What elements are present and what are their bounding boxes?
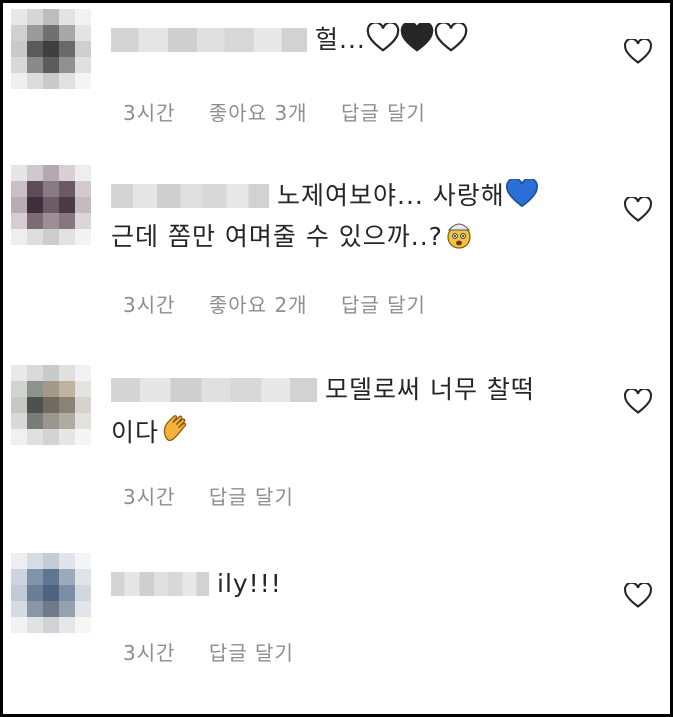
comment-body: ily!!! [217,569,282,598]
avatar[interactable] [11,9,91,89]
avatar[interactable] [11,553,91,633]
comment-meta: 3시간 답글 달기 [123,637,320,666]
like-heart-icon[interactable] [624,389,652,415]
comments-panel: 헐... 3시간 좋아요 3개 답글 달기 노제여보야... 사랑해 근데 쫌만… [0,0,673,717]
comment-text: 노제여보야... 사랑해 근데 쫌만 여며줄 수 있으까..? [111,177,600,255]
timestamp: 3시간 [123,485,176,509]
timestamp: 3시간 [123,293,176,317]
reply-button[interactable]: 답글 달기 [209,485,294,509]
likes-count[interactable]: 좋아요 2개 [209,293,308,317]
white-heart-icon [434,23,468,52]
avatar[interactable] [11,365,91,445]
comment-meta: 3시간 답글 달기 [123,481,320,510]
blue-heart-icon [505,179,538,208]
like-heart-icon[interactable] [624,583,652,609]
comment-text: 모델로써 너무 찰떡 이다 [111,371,600,451]
like-heart-icon[interactable] [624,197,652,223]
avatar[interactable] [11,165,91,245]
username-blurred[interactable] [111,184,269,208]
exploding-head-icon [447,223,471,249]
reply-button[interactable]: 답글 달기 [341,293,426,317]
comment-body-line1: 노제여보야... 사랑해 [277,181,505,210]
comment-item: 모델로써 너무 찰떡 이다 3시간 답글 달기 [3,343,670,533]
comment-body-line2: 이다 [111,418,160,447]
username-blurred[interactable] [111,572,209,596]
comment-body: 헐... [315,25,366,54]
reply-button[interactable]: 답글 달기 [209,641,294,665]
username-blurred[interactable] [111,28,307,52]
comment-item: 헐... 3시간 좋아요 3개 답글 달기 [3,3,670,153]
comment-text: ily!!! [111,565,600,602]
reply-button[interactable]: 답글 달기 [341,101,426,125]
comment-item: ily!!! 3시간 답글 달기 [3,533,670,713]
comment-meta: 3시간 좋아요 2개 답글 달기 [123,289,452,318]
comment-item: 노제여보야... 사랑해 근데 쫌만 여며줄 수 있으까..? 3시간 좋아요 … [3,153,670,343]
clapping-hands-icon [163,415,187,441]
username-blurred[interactable] [111,378,317,402]
comment-body-line1: 모델로써 너무 찰떡 [325,375,535,404]
timestamp: 3시간 [123,101,176,125]
white-heart-icon [366,23,400,52]
like-heart-icon[interactable] [624,39,652,65]
likes-count[interactable]: 좋아요 3개 [209,101,308,125]
black-heart-icon [400,23,434,52]
comment-body-line2: 근데 쫌만 여며줄 수 있으까..? [111,222,443,251]
timestamp: 3시간 [123,641,176,665]
comment-meta: 3시간 좋아요 3개 답글 달기 [123,97,452,126]
comment-text: 헐... [111,21,600,58]
